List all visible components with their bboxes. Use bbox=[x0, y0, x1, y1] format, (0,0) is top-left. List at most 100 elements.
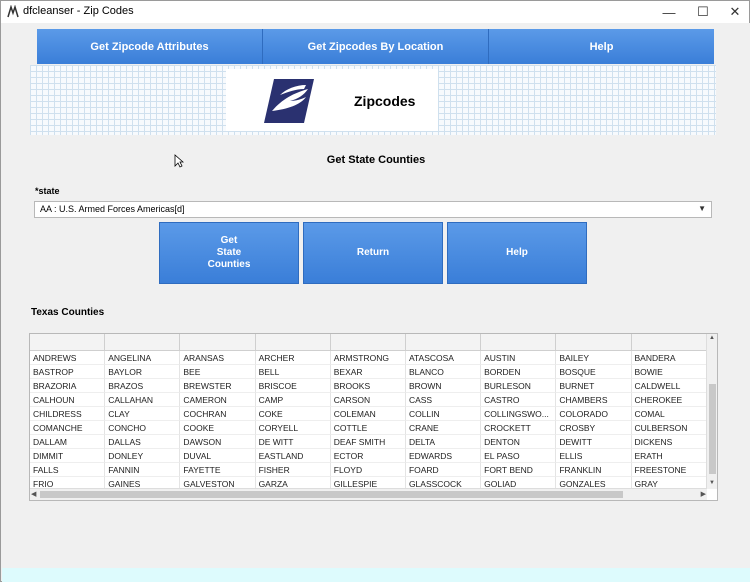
table-cell[interactable]: ARANSAS bbox=[180, 351, 256, 365]
table-cell[interactable]: FALLS bbox=[30, 463, 106, 477]
table-cell[interactable]: CROSBY bbox=[556, 421, 632, 435]
scroll-down-icon[interactable]: ▼ bbox=[709, 480, 715, 486]
table-cell[interactable]: FLOYD bbox=[330, 463, 406, 477]
table-cell[interactable]: BRAZOS bbox=[105, 379, 181, 393]
table-cell[interactable]: BURLESON bbox=[481, 379, 557, 393]
header-cell[interactable] bbox=[406, 334, 482, 351]
table-cell[interactable]: ATASCOSA bbox=[405, 351, 482, 365]
table-cell[interactable]: BASTROP bbox=[30, 365, 106, 379]
horizontal-scroll-thumb[interactable] bbox=[40, 491, 623, 498]
table-cell[interactable]: ERATH bbox=[631, 449, 707, 463]
header-cell[interactable] bbox=[632, 334, 707, 351]
table-cell[interactable]: DE WITT bbox=[255, 435, 331, 449]
header-cell[interactable] bbox=[180, 334, 256, 351]
minimize-button[interactable]: — bbox=[651, 1, 687, 23]
table-cell[interactable]: BAILEY bbox=[556, 351, 632, 365]
maximize-button[interactable]: ☐ bbox=[685, 1, 721, 23]
state-select[interactable]: AA : U.S. Armed Forces Americas[d] ▼ bbox=[34, 201, 712, 218]
table-cell[interactable]: FISHER bbox=[255, 463, 331, 477]
table-cell[interactable]: ANDREWS bbox=[30, 351, 106, 365]
table-cell[interactable]: COOKE bbox=[180, 421, 256, 435]
nav-get-zipcode-attributes[interactable]: Get Zipcode Attributes bbox=[37, 29, 263, 64]
table-cell[interactable]: BROWN bbox=[405, 379, 482, 393]
table-cell[interactable]: ARCHER bbox=[255, 351, 331, 365]
nav-help[interactable]: Help bbox=[489, 29, 714, 64]
table-cell[interactable]: BEE bbox=[180, 365, 256, 379]
table-cell[interactable]: CALDWELL bbox=[631, 379, 707, 393]
table-row[interactable]: DALLAM DALLAS DAWSON DE WITT DEAF SMITH DELTA… bbox=[30, 435, 707, 449]
table-cell[interactable]: DALLAM bbox=[30, 435, 106, 449]
table-cell[interactable]: CARSON bbox=[330, 393, 406, 407]
table-cell[interactable]: BROOKS bbox=[330, 379, 406, 393]
header-cell[interactable] bbox=[105, 334, 181, 351]
return-button[interactable]: Return bbox=[303, 222, 443, 284]
table-cell[interactable]: EL PASO bbox=[481, 449, 557, 463]
table-cell[interactable]: DIMMIT bbox=[30, 449, 106, 463]
table-cell[interactable]: BAYLOR bbox=[105, 365, 181, 379]
table-cell[interactable]: CULBERSON bbox=[631, 421, 707, 435]
table-cell[interactable]: COCHRAN bbox=[180, 407, 256, 421]
table-cell[interactable]: EDWARDS bbox=[405, 449, 482, 463]
counties-table[interactable]: ANDREWS ANGELINA ARANSAS ARCHER ARMSTRONG ATA… bbox=[29, 333, 718, 501]
vertical-scrollbar[interactable]: ▲ ▼ bbox=[706, 334, 717, 489]
table-cell[interactable]: DEWITT bbox=[556, 435, 632, 449]
table-row[interactable]: CALHOUN CALLAHAN CAMERON CAMP CARSON CASS CAST… bbox=[30, 393, 707, 407]
header-cell[interactable] bbox=[256, 334, 331, 351]
table-cell[interactable]: BANDERA bbox=[631, 351, 707, 365]
header-cell[interactable] bbox=[30, 334, 106, 351]
table-cell[interactable]: COLORADO bbox=[556, 407, 632, 421]
table-cell[interactable]: BRAZORIA bbox=[30, 379, 106, 393]
table-cell[interactable]: COMAL bbox=[631, 407, 707, 421]
table-row[interactable]: DIMMIT DONLEY DUVAL EASTLAND ECTOR EDWARDS EL … bbox=[30, 449, 707, 463]
table-cell[interactable]: CHAMBERS bbox=[556, 393, 632, 407]
table-cell[interactable]: COLLIN bbox=[405, 407, 482, 421]
table-cell[interactable]: ECTOR bbox=[330, 449, 406, 463]
table-cell[interactable]: DEAF SMITH bbox=[330, 435, 406, 449]
get-state-counties-button[interactable]: Get State Counties bbox=[159, 222, 299, 284]
table-cell[interactable]: EASTLAND bbox=[255, 449, 331, 463]
table-cell[interactable]: DICKENS bbox=[631, 435, 707, 449]
table-cell[interactable]: BORDEN bbox=[481, 365, 557, 379]
table-row[interactable]: ANDREWS ANGELINA ARANSAS ARCHER ARMSTRONG ATA… bbox=[30, 351, 707, 365]
table-cell[interactable]: CHILDRESS bbox=[30, 407, 106, 421]
table-cell[interactable]: DUVAL bbox=[180, 449, 256, 463]
table-cell[interactable]: COKE bbox=[255, 407, 331, 421]
horizontal-scrollbar[interactable]: ◀ ▶ bbox=[30, 488, 707, 500]
header-cell[interactable] bbox=[331, 334, 406, 351]
table-cell[interactable]: FREESTONE bbox=[631, 463, 707, 477]
table-cell[interactable]: DELTA bbox=[405, 435, 482, 449]
table-row[interactable]: FALLS FANNIN FAYETTE FISHER FLOYD FOARD FORT B… bbox=[30, 463, 707, 477]
table-cell[interactable]: DONLEY bbox=[105, 449, 181, 463]
table-cell[interactable]: BOSQUE bbox=[556, 365, 632, 379]
table-cell[interactable]: BRISCOE bbox=[255, 379, 331, 393]
table-cell[interactable]: DALLAS bbox=[105, 435, 181, 449]
table-cell[interactable]: CRANE bbox=[405, 421, 482, 435]
table-cell[interactable]: CONCHO bbox=[105, 421, 181, 435]
table-row[interactable]: BRAZORIA BRAZOS BREWSTER BRISCOE BROOKS BROWN… bbox=[30, 379, 707, 393]
chevron-down-icon[interactable]: ▼ bbox=[698, 204, 706, 213]
table-cell[interactable]: CASTRO bbox=[481, 393, 557, 407]
table-cell[interactable]: CAMERON bbox=[180, 393, 256, 407]
nav-get-zipcodes-by-location[interactable]: Get Zipcodes By Location bbox=[263, 29, 489, 64]
table-cell[interactable]: COTTLE bbox=[330, 421, 406, 435]
vertical-scroll-thumb[interactable] bbox=[709, 384, 716, 474]
table-cell[interactable]: COLEMAN bbox=[330, 407, 406, 421]
table-cell[interactable]: BURNET bbox=[556, 379, 632, 393]
table-row[interactable]: CHILDRESS CLAY COCHRAN COKE COLEMAN COLLIN COL… bbox=[30, 407, 707, 421]
table-row[interactable]: COMANCHE CONCHO COOKE CORYELL COTTLE CRANE CRO… bbox=[30, 421, 707, 435]
help-button[interactable]: Help bbox=[447, 222, 587, 284]
table-cell[interactable]: BELL bbox=[255, 365, 331, 379]
table-cell[interactable]: BOWIE bbox=[631, 365, 707, 379]
table-cell[interactable]: BREWSTER bbox=[180, 379, 256, 393]
scroll-right-icon[interactable]: ▶ bbox=[701, 490, 706, 498]
table-cell[interactable]: FAYETTE bbox=[180, 463, 256, 477]
title-bar[interactable]: dfcleanser - Zip Codes — ☐ ✕ bbox=[1, 1, 749, 23]
table-cell[interactable]: CHEROKEE bbox=[631, 393, 707, 407]
table-cell[interactable]: COLLINGSWO... bbox=[481, 407, 557, 421]
table-cell[interactable]: FOARD bbox=[405, 463, 482, 477]
table-cell[interactable]: BLANCO bbox=[405, 365, 482, 379]
scroll-left-icon[interactable]: ◀ bbox=[31, 490, 36, 498]
table-cell[interactable]: CALLAHAN bbox=[105, 393, 181, 407]
table-cell[interactable]: COMANCHE bbox=[30, 421, 106, 435]
table-cell[interactable]: ELLIS bbox=[556, 449, 632, 463]
